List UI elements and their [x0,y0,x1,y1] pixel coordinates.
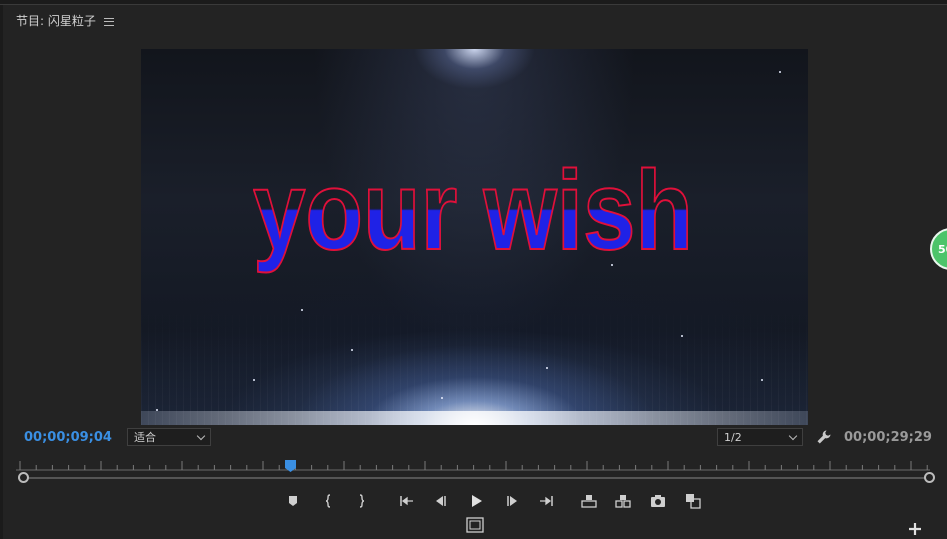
star-particle [681,335,683,337]
notification-badge: 50 [930,228,947,270]
extract-icon [615,495,631,508]
hamburger-menu-icon[interactable] [103,17,114,26]
go-to-in-button[interactable] [396,490,418,512]
step-forward-button[interactable] [501,490,523,512]
current-timecode[interactable]: 00;00;09;04 [24,430,112,445]
play-button[interactable] [465,490,487,512]
lift-icon [581,495,597,508]
overlay-text: your wish [253,148,693,273]
program-monitor-viewer[interactable]: your wish [141,49,808,425]
step-forward-icon [507,496,517,506]
marker-icon [289,496,297,506]
playback-resolution-value: 1/2 [724,430,742,444]
extract-button[interactable] [612,490,634,512]
badge-text: 50 [938,242,947,256]
light-streaks [141,295,808,425]
go-to-in-icon [400,496,413,506]
button-editor-button[interactable] [906,520,924,538]
star-particle [761,379,763,381]
star-particle [301,309,303,311]
star-particle [441,397,443,399]
program-monitor-header: 节目: 闪星粒子 [16,12,114,29]
chevron-down-icon [196,431,206,440]
safe-margins-button[interactable] [465,516,485,534]
time-ruler[interactable] [16,458,930,472]
zoom-scrollbar[interactable] [18,477,932,479]
panel-title[interactable]: 节目: 闪星粒子 [16,12,96,29]
compare-icon [686,494,701,509]
chevron-down-icon [788,431,798,440]
safe-margins-icon [466,517,484,533]
mark-out-button[interactable] [350,490,372,512]
top-border [0,0,947,5]
star-particle [253,379,255,381]
scrollbar-left-handle[interactable] [18,472,29,483]
star-particle [546,367,548,369]
go-to-out-icon [540,496,553,506]
video-title-text: your wish [252,131,713,291]
duration-timecode: 00;00;29;29 [844,430,932,445]
mark-in-icon [325,494,331,508]
star-particle [156,409,158,411]
scrollbar-right-handle[interactable] [924,472,935,483]
playhead-marker[interactable] [284,457,296,472]
floor-glow [141,411,808,425]
star-particle [351,349,353,351]
plus-icon [909,523,921,535]
step-back-icon [436,496,446,506]
play-icon [472,495,482,507]
left-border [0,5,3,539]
step-back-button[interactable] [430,490,452,512]
mark-in-button[interactable] [318,490,340,512]
add-marker-button[interactable] [282,490,304,512]
export-frame-button[interactable] [647,490,669,512]
star-particle [779,71,781,73]
playback-resolution-select[interactable]: 1/2 [717,428,803,446]
lift-button[interactable] [578,490,600,512]
mark-out-icon [359,494,365,508]
comparison-view-button[interactable] [682,490,704,512]
zoom-fit-select[interactable]: 适合 [127,428,211,446]
camera-icon [651,495,665,507]
wrench-icon[interactable] [816,429,832,445]
transport-controls [0,490,947,514]
go-to-out-button[interactable] [535,490,557,512]
zoom-fit-value: 适合 [134,431,156,444]
